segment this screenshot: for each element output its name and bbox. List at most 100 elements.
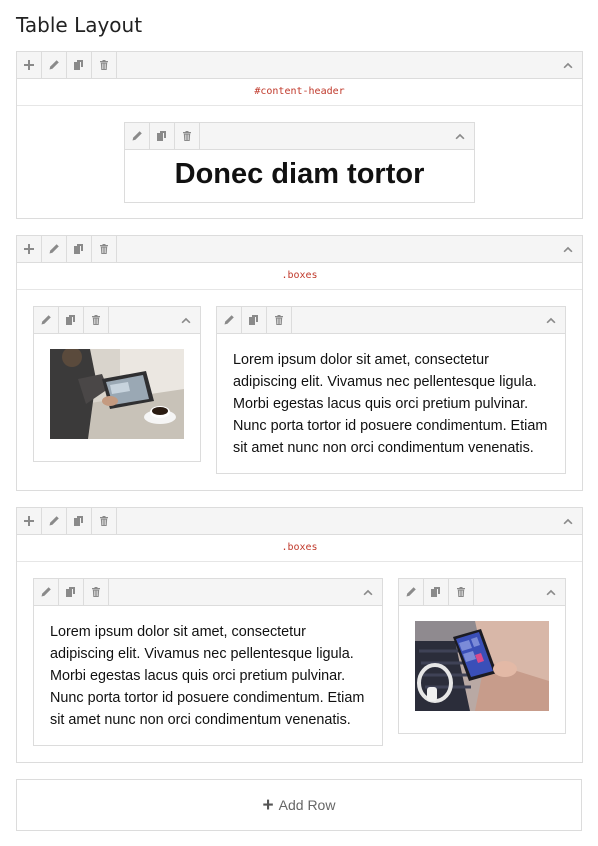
copy-icon <box>248 314 260 326</box>
duplicate-row-button[interactable] <box>67 508 92 534</box>
duplicate-block-button[interactable] <box>424 579 449 605</box>
row-panel-content-header: #content-header Donec diam tortor <box>16 51 583 219</box>
heading-block: Donec diam tortor <box>124 122 475 203</box>
paragraph-line: Lorem ipsum dolor sit amet, consectetur <box>233 352 489 368</box>
smartphone-photo <box>415 621 549 711</box>
plus-icon <box>23 59 35 71</box>
paragraph-line: Morbi egestas lacus quis orci pretium pu… <box>50 668 346 684</box>
copy-icon <box>156 130 168 142</box>
duplicate-block-button[interactable] <box>59 579 84 605</box>
row-selector-label: .boxes <box>17 263 582 290</box>
duplicate-block-button[interactable] <box>59 307 84 333</box>
block-paragraph: Lorem ipsum dolor sit amet, consectetur … <box>233 349 563 459</box>
copy-icon <box>73 59 85 71</box>
paragraph-line: sit amet nunc non orci condimentum venen… <box>50 712 351 728</box>
edit-row-button[interactable] <box>42 508 67 534</box>
copy-icon <box>430 586 442 598</box>
image-block <box>398 578 566 734</box>
collapse-block-button[interactable] <box>174 307 198 333</box>
chevron-up-icon <box>562 243 574 255</box>
paragraph-line: Nunc porta tortor id posuere condimentum… <box>233 418 548 434</box>
collapse-block-button[interactable] <box>448 123 472 149</box>
add-row-button[interactable]: + Add Row <box>16 779 582 831</box>
block-toolbar <box>34 579 382 606</box>
add-block-button[interactable] <box>17 52 42 78</box>
add-block-button[interactable] <box>17 508 42 534</box>
collapse-row-button[interactable] <box>556 52 580 78</box>
trash-icon <box>98 515 110 527</box>
edit-block-button[interactable] <box>34 307 59 333</box>
copy-icon <box>73 243 85 255</box>
collapse-row-button[interactable] <box>556 508 580 534</box>
copy-icon <box>65 314 77 326</box>
edit-block-button[interactable] <box>125 123 150 149</box>
trash-icon <box>98 243 110 255</box>
block-toolbar <box>34 307 200 334</box>
collapse-block-button[interactable] <box>539 579 563 605</box>
collapse-block-button[interactable] <box>539 307 563 333</box>
pencil-icon <box>40 586 52 598</box>
delete-block-button[interactable] <box>175 123 200 149</box>
trash-icon <box>98 59 110 71</box>
edit-block-button[interactable] <box>34 579 59 605</box>
trash-icon <box>90 586 102 598</box>
text-block: Lorem ipsum dolor sit amet, consectetur … <box>33 578 383 746</box>
edit-row-button[interactable] <box>42 52 67 78</box>
plus-icon <box>23 515 35 527</box>
chevron-up-icon <box>180 314 192 326</box>
add-row-label: Add Row <box>278 797 336 813</box>
trash-icon <box>455 586 467 598</box>
row-selector-label: .boxes <box>17 535 582 562</box>
duplicate-row-button[interactable] <box>67 236 92 262</box>
pencil-icon <box>48 59 60 71</box>
block-toolbar <box>217 307 565 334</box>
duplicate-row-button[interactable] <box>67 52 92 78</box>
copy-icon <box>73 515 85 527</box>
image-block <box>33 306 201 462</box>
row-toolbar <box>17 236 582 263</box>
edit-row-button[interactable] <box>42 236 67 262</box>
plus-icon <box>23 243 35 255</box>
block-paragraph: Lorem ipsum dolor sit amet, consectetur … <box>50 621 380 731</box>
delete-row-button[interactable] <box>92 236 117 262</box>
plus-icon: + <box>262 794 274 816</box>
delete-block-button[interactable] <box>449 579 474 605</box>
paragraph-line: adipiscing elit. Vivamus nec pellentesqu… <box>233 374 537 390</box>
delete-block-button[interactable] <box>84 307 109 333</box>
pencil-icon <box>405 586 417 598</box>
trash-icon <box>273 314 285 326</box>
block-toolbar <box>125 123 474 150</box>
delete-block-button[interactable] <box>267 307 292 333</box>
pencil-icon <box>223 314 235 326</box>
trash-icon <box>181 130 193 142</box>
chevron-up-icon <box>562 515 574 527</box>
row-toolbar <box>17 52 582 79</box>
add-block-button[interactable] <box>17 236 42 262</box>
collapse-row-button[interactable] <box>556 236 580 262</box>
pencil-icon <box>40 314 52 326</box>
pencil-icon <box>48 515 60 527</box>
paragraph-line: adipiscing elit. Vivamus nec pellentesqu… <box>50 646 354 662</box>
delete-row-button[interactable] <box>92 508 117 534</box>
chevron-up-icon <box>362 586 374 598</box>
chevron-up-icon <box>545 314 557 326</box>
tablet-photo <box>50 349 184 439</box>
page-title: Table Layout <box>16 13 143 37</box>
chevron-up-icon <box>454 130 466 142</box>
pencil-icon <box>131 130 143 142</box>
row-panel-boxes: .boxes Lorem ipsum dolor sit amet, conse… <box>16 507 583 763</box>
block-toolbar <box>399 579 565 606</box>
pencil-icon <box>48 243 60 255</box>
edit-block-button[interactable] <box>217 307 242 333</box>
duplicate-block-button[interactable] <box>242 307 267 333</box>
duplicate-block-button[interactable] <box>150 123 175 149</box>
paragraph-line: Lorem ipsum dolor sit amet, consectetur <box>50 624 306 640</box>
edit-block-button[interactable] <box>399 579 424 605</box>
trash-icon <box>90 314 102 326</box>
delete-block-button[interactable] <box>84 579 109 605</box>
delete-row-button[interactable] <box>92 52 117 78</box>
chevron-up-icon <box>545 586 557 598</box>
chevron-up-icon <box>562 59 574 71</box>
collapse-block-button[interactable] <box>356 579 380 605</box>
row-toolbar <box>17 508 582 535</box>
